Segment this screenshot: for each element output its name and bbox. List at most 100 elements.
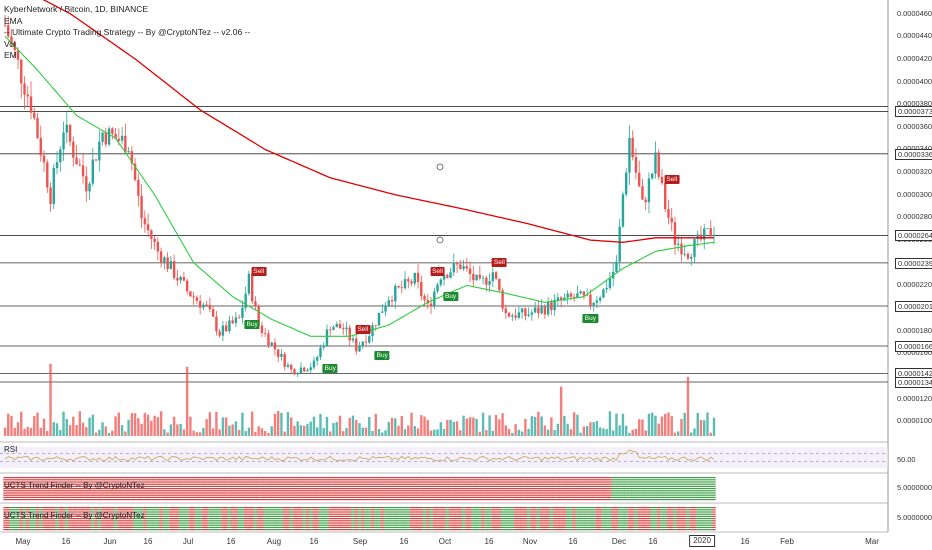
volume-bar	[368, 417, 371, 436]
ucts-bar	[224, 509, 228, 511]
ucts-bar	[510, 515, 515, 517]
ucts-bar	[172, 520, 176, 522]
volume-bar	[130, 413, 134, 436]
ucts-bar	[439, 481, 443, 483]
chart-canvas[interactable]	[0, 0, 932, 550]
ucts-bar	[705, 479, 710, 481]
ucts-bar	[569, 485, 573, 487]
ucts-bar	[156, 513, 160, 515]
ucts-bar	[364, 509, 368, 511]
ucts-bar	[471, 520, 476, 522]
ucts-bar	[273, 477, 277, 479]
ucts-bar	[110, 477, 115, 479]
ucts-bar	[565, 485, 570, 487]
ucts-bar	[354, 477, 358, 479]
ucts-bar	[630, 485, 635, 487]
ucts-bar	[165, 485, 170, 487]
ucts-bar	[640, 496, 645, 498]
ucts-bar	[611, 492, 615, 494]
ucts-bar	[660, 483, 664, 485]
ucts-bar	[325, 524, 329, 526]
ucts-bar	[260, 492, 264, 494]
ucts-bar	[481, 483, 485, 485]
ucts-bar	[269, 481, 274, 483]
ucts-bar	[143, 524, 147, 526]
ucts-bar	[400, 488, 404, 490]
ucts-bar	[546, 511, 550, 513]
volume-bar	[446, 420, 449, 436]
ucts-bar	[302, 518, 306, 520]
ucts-bar	[471, 509, 476, 511]
ucts-bar	[442, 490, 446, 492]
ucts-bar	[172, 481, 176, 483]
ucts-bar	[422, 488, 427, 490]
ucts-bar	[94, 494, 98, 496]
ucts-bar	[507, 511, 511, 513]
candle-body	[644, 199, 647, 203]
ucts-bar	[367, 483, 371, 485]
ucts-bar	[279, 522, 284, 524]
ucts-bar	[471, 494, 476, 496]
ucts-bar	[191, 477, 196, 479]
ucts-bar	[562, 524, 567, 526]
candle-body	[615, 261, 618, 272]
ucts-bar	[273, 481, 277, 483]
ucts-bar	[94, 507, 98, 509]
ucts-bar	[351, 520, 355, 522]
ucts-bar	[250, 494, 254, 496]
ucts-bar	[48, 490, 53, 492]
ucts-bar	[455, 499, 459, 501]
ucts-bar	[692, 492, 697, 494]
ucts-bar	[32, 492, 36, 494]
volume-bar	[576, 414, 579, 436]
ucts-bar	[13, 526, 17, 528]
ucts-bar	[429, 494, 433, 496]
ucts-bar	[552, 485, 557, 487]
ucts-bar	[354, 488, 358, 490]
ucts-bar	[260, 488, 264, 490]
ucts-bar	[432, 479, 437, 481]
ucts-bar	[396, 481, 401, 483]
ucts-bar	[224, 511, 228, 513]
ucts-bar	[552, 522, 557, 524]
ucts-bar	[234, 515, 238, 517]
ucts-bar	[559, 518, 563, 520]
ucts-bar	[237, 509, 241, 511]
ucts-bar	[250, 515, 254, 517]
ucts-bar	[487, 483, 492, 485]
ucts-bar	[390, 483, 394, 485]
ucts-bar	[81, 499, 85, 501]
ucts-bar	[370, 518, 375, 520]
volume-bar	[394, 418, 397, 436]
ucts-bar	[413, 515, 417, 517]
ucts-bar	[341, 520, 345, 522]
ucts-bar	[562, 509, 567, 511]
ucts-bar	[344, 492, 349, 494]
ucts-bar	[533, 526, 537, 528]
ucts-bar	[523, 499, 528, 501]
ucts-bar	[500, 522, 505, 524]
ucts-bar	[539, 518, 544, 520]
candle-body	[273, 342, 277, 350]
ucts-bar	[676, 492, 680, 494]
ucts-bar	[16, 499, 20, 501]
ucts-bar	[16, 477, 20, 479]
ucts-bar	[517, 522, 521, 524]
ucts-bar	[348, 515, 352, 517]
ucts-bar	[569, 488, 573, 490]
ucts-bar	[130, 499, 134, 501]
ucts-bar	[608, 488, 612, 490]
ucts-bar	[322, 479, 326, 481]
ucts-bar	[611, 490, 615, 492]
ucts-bar	[617, 496, 622, 498]
ucts-bar	[52, 492, 56, 494]
ucts-bar	[546, 526, 550, 528]
ucts-bar	[191, 507, 196, 509]
ucts-bar	[172, 515, 176, 517]
ucts-bar	[543, 509, 547, 511]
ucts-bar	[3, 529, 7, 531]
ucts-bar	[588, 492, 593, 494]
volume-bar	[65, 418, 68, 436]
ucts-bar	[686, 479, 690, 481]
ucts-bar	[253, 499, 258, 501]
